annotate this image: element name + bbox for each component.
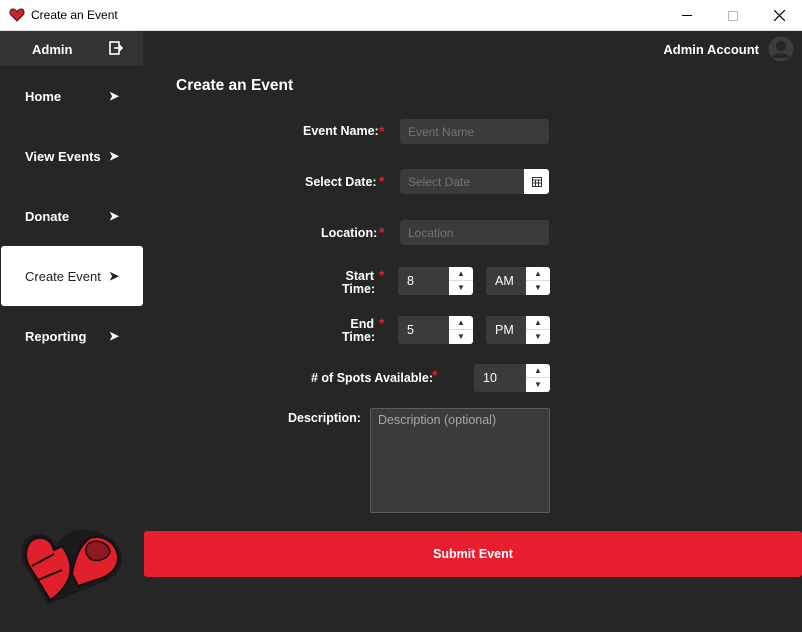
spin-down-icon[interactable]: ▼ (526, 378, 550, 392)
window-title: Create an Event (31, 8, 118, 22)
select-date-input[interactable] (400, 169, 524, 194)
sidebar-item-donate[interactable]: Donate ➤ (1, 186, 143, 246)
spots-arrows: ▲ ▼ (526, 364, 550, 392)
sidebar-item-label: Donate (25, 209, 70, 224)
sidebar-item-label: Reporting (25, 329, 87, 344)
start-hour-spinner[interactable]: 8 ▲ ▼ (398, 267, 473, 295)
spots-available-label: # of Spots Available: (311, 371, 434, 385)
end-period-value: PM (495, 323, 514, 337)
select-date-label: Select Date: (305, 175, 377, 189)
spots-spinner[interactable]: 10 ▲ ▼ (474, 364, 550, 392)
start-time-label-line2: Time: (342, 282, 376, 296)
chevron-right-icon: ➤ (109, 269, 120, 283)
start-period-arrows: ▲ ▼ (526, 267, 550, 295)
submit-event-button[interactable]: Submit Event (144, 531, 802, 577)
date-picker-button[interactable] (524, 169, 549, 194)
required-marker: * (379, 315, 385, 331)
event-name-label: Event Name: (303, 124, 379, 138)
close-button[interactable] (756, 0, 802, 31)
spin-down-icon[interactable]: ▼ (526, 281, 550, 295)
end-hour-spinner[interactable]: 5 ▲ ▼ (398, 316, 473, 344)
start-hour-arrows: ▲ ▼ (449, 267, 473, 295)
chevron-right-icon: ➤ (109, 89, 120, 103)
account-label[interactable]: Admin Account (663, 42, 759, 57)
chevron-right-icon: ➤ (109, 149, 120, 163)
maximize-icon (728, 10, 738, 21)
spin-up-icon[interactable]: ▲ (449, 267, 473, 281)
start-time-label: Start Time: (342, 269, 376, 296)
end-hour-arrows: ▲ ▼ (449, 316, 473, 344)
spin-down-icon[interactable]: ▼ (526, 330, 550, 344)
spin-up-icon[interactable]: ▲ (526, 364, 550, 378)
calendar-icon (531, 176, 542, 187)
sidebar-item-view-events[interactable]: View Events ➤ (1, 126, 143, 186)
end-period-spinner[interactable]: PM ▲ ▼ (486, 316, 550, 344)
required-marker: * (379, 173, 385, 189)
close-icon (773, 10, 785, 21)
spin-up-icon[interactable]: ▲ (526, 267, 550, 281)
chevron-right-icon: ➤ (109, 329, 120, 343)
spin-up-icon[interactable]: ▲ (526, 316, 550, 330)
spin-down-icon[interactable]: ▼ (449, 330, 473, 344)
description-label: Description: (288, 411, 361, 425)
spin-up-icon[interactable]: ▲ (449, 316, 473, 330)
required-marker: * (379, 224, 385, 240)
spots-value: 10 (483, 371, 497, 385)
main-panel: Admin Account Create an Event Event Name… (143, 31, 802, 632)
user-avatar-icon[interactable] (768, 36, 794, 62)
sidebar-item-label: View Events (25, 149, 101, 164)
location-label: Location: (321, 226, 378, 240)
description-textarea[interactable]: Description (optional) (370, 408, 550, 513)
required-marker: * (379, 123, 385, 139)
title-bar: Create an Event (0, 0, 802, 31)
end-time-label-line1: End (350, 317, 374, 331)
minimize-icon (682, 15, 692, 16)
start-period-spinner[interactable]: AM ▲ ▼ (486, 267, 550, 295)
sidebar-item-label: Home (25, 89, 62, 104)
heart-gloves-app-icon (9, 8, 25, 22)
start-hour-value: 8 (407, 274, 414, 288)
boxing-gloves-logo (21, 529, 123, 604)
logout-icon[interactable] (109, 41, 123, 55)
minimize-button[interactable] (664, 0, 710, 31)
location-input[interactable] (400, 220, 549, 245)
event-name-input[interactable] (400, 119, 549, 144)
sidebar-item-reporting[interactable]: Reporting ➤ (1, 306, 143, 366)
admin-label: Admin (32, 42, 73, 57)
sidebar-item-label: Create Event (25, 269, 101, 284)
end-time-label: End Time: (342, 317, 376, 344)
sidebar: Admin Home ➤ View Events ➤ Donate ➤ Crea… (0, 31, 143, 632)
chevron-right-icon: ➤ (109, 209, 120, 223)
required-marker: * (379, 267, 385, 283)
required-marker: * (432, 367, 438, 383)
page-title: Create an Event (176, 77, 294, 94)
end-time-label-line2: Time: (342, 330, 376, 344)
sidebar-header: Admin (0, 31, 143, 66)
end-period-arrows: ▲ ▼ (526, 316, 550, 344)
sidebar-item-create-event[interactable]: Create Event ➤ (1, 246, 143, 306)
spin-down-icon[interactable]: ▼ (449, 281, 473, 295)
start-time-label-line1: Start (345, 269, 374, 283)
maximize-button[interactable] (710, 0, 756, 31)
start-period-value: AM (495, 274, 514, 288)
end-hour-value: 5 (407, 323, 414, 337)
sidebar-item-home[interactable]: Home ➤ (1, 66, 143, 126)
